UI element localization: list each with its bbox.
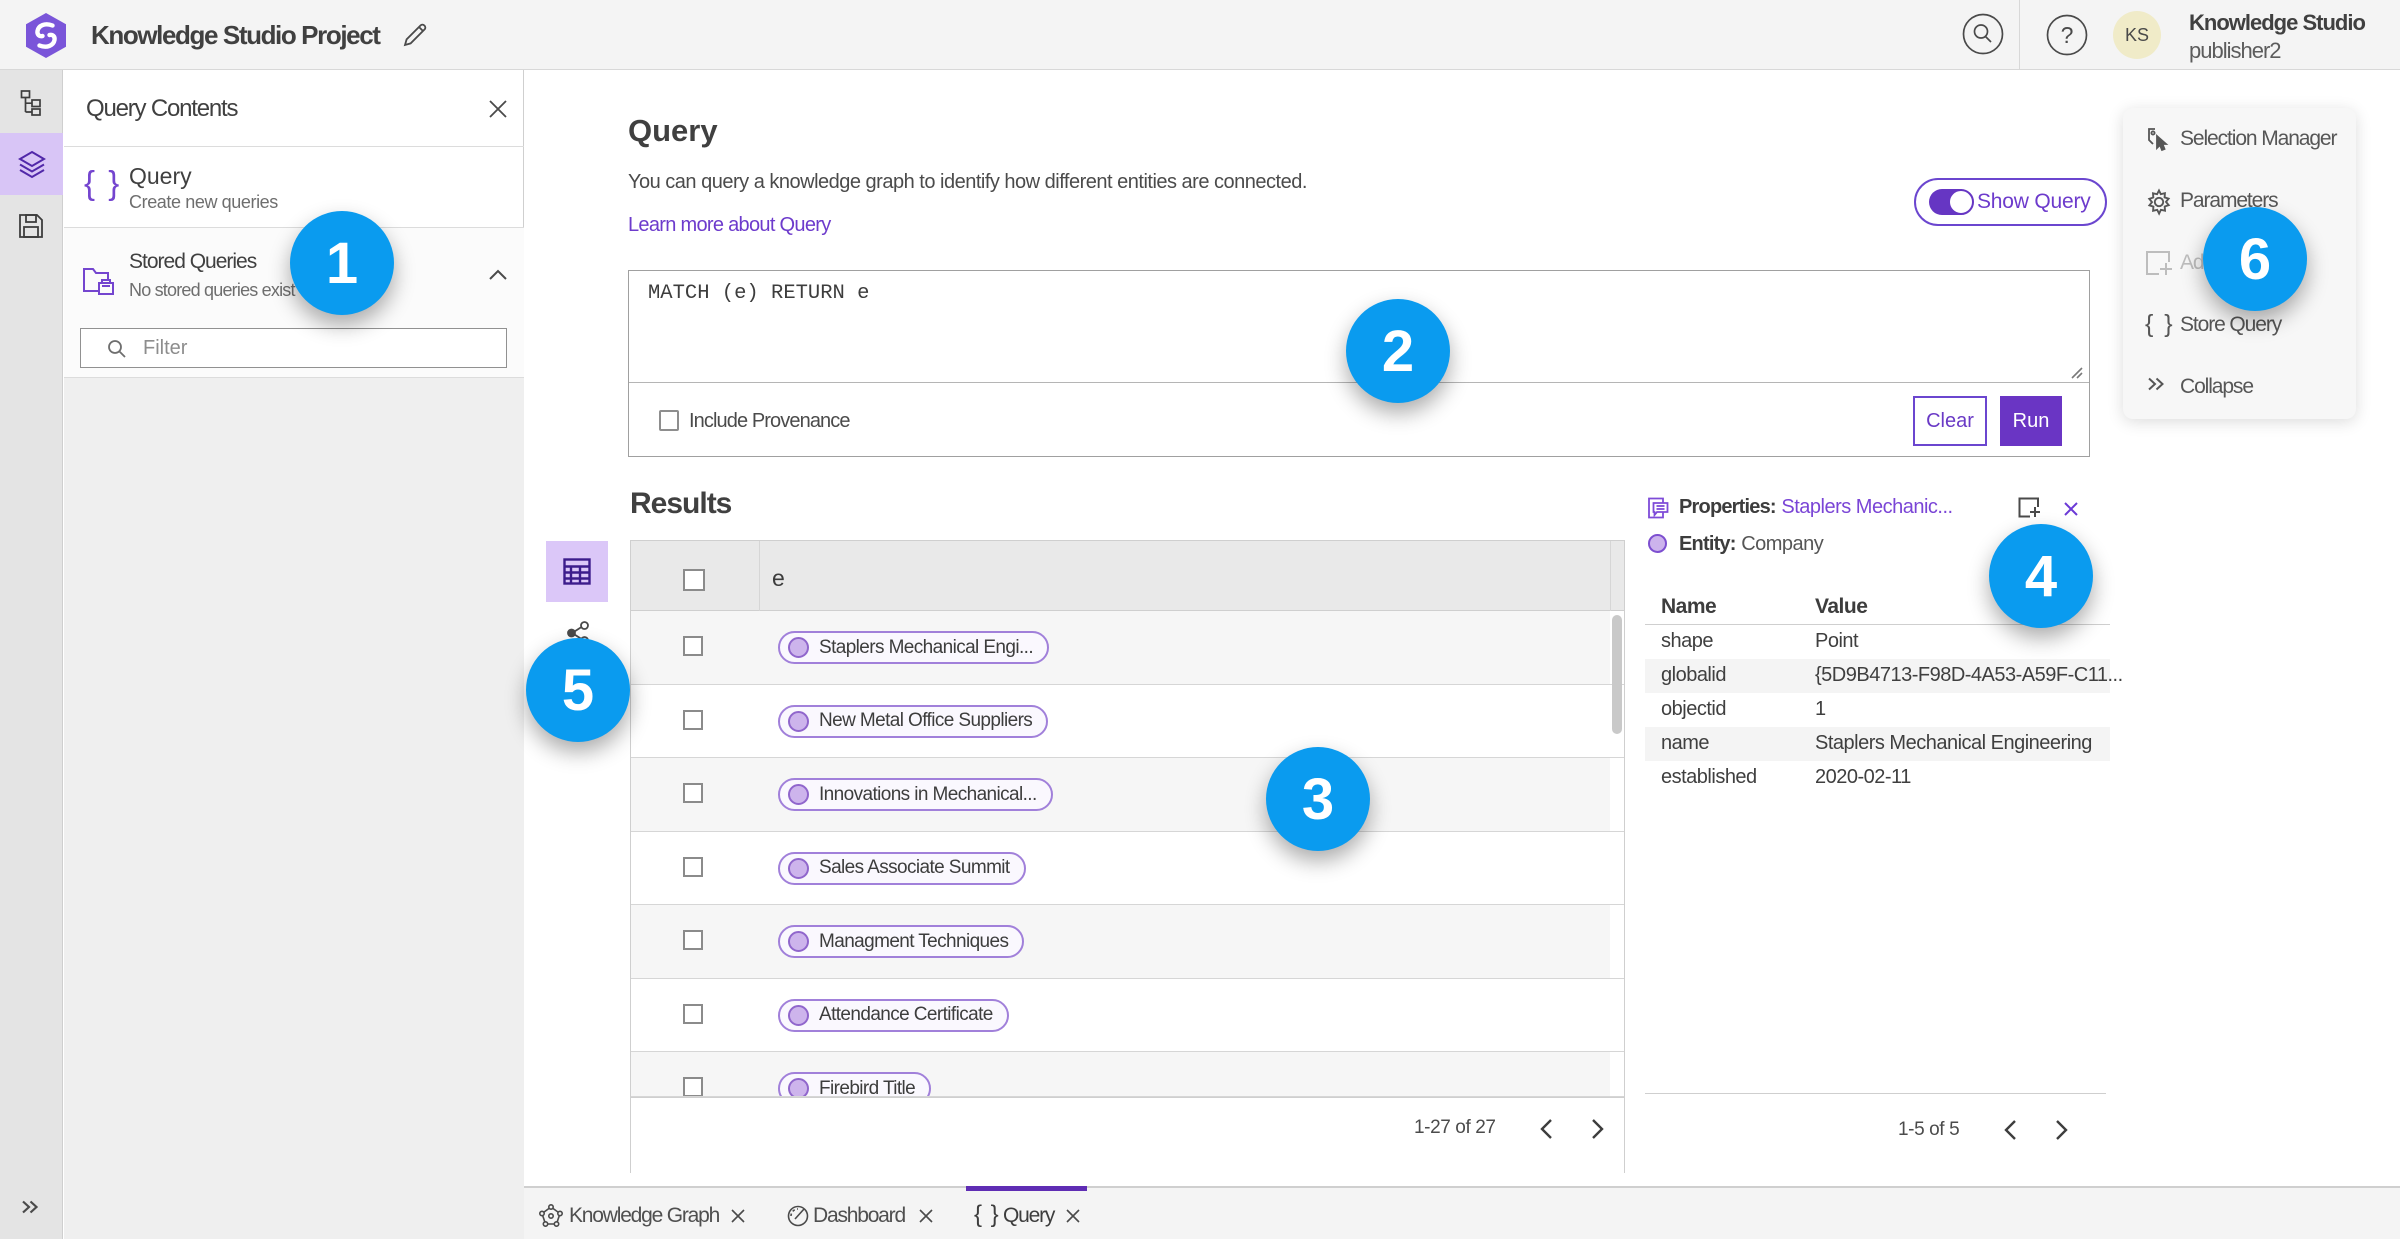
svg-text:?: ? [2061,22,2074,48]
